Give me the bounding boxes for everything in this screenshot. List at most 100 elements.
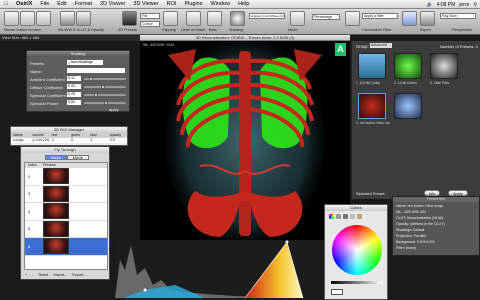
zoom-tool-button[interactable]	[20, 11, 35, 26]
preset-info-name: Name: red bones / blue lungs	[396, 204, 443, 208]
histogram-graph	[115, 240, 305, 299]
shading-button[interactable]	[230, 11, 245, 26]
3d-viewport[interactable]: WL: 400 WW: 1044 A	[140, 41, 350, 240]
sliders-icon[interactable]	[336, 214, 341, 219]
export-button-fly[interactable]: Export...	[72, 273, 86, 277]
clut-button[interactable]	[76, 11, 91, 26]
volume-icon[interactable]: 🔊	[426, 2, 432, 8]
shading-apply-button[interactable]: apply	[109, 107, 119, 112]
colors-panel: Colors	[324, 204, 388, 300]
brightness-slider[interactable]	[331, 281, 383, 284]
mode-button[interactable]	[290, 11, 305, 26]
specular-coef-field[interactable]: 0.25	[67, 92, 81, 97]
specular-power-field[interactable]: 5.00	[67, 100, 81, 105]
shading-panel: Shading Presets: _Java shadings Name: Am…	[26, 50, 130, 112]
mode-label: Mode	[288, 28, 298, 32]
percentage-field[interactable]: Percentage	[312, 14, 340, 20]
ambient-label: Ambient Coefficient:	[30, 77, 66, 82]
export-button[interactable]	[420, 11, 435, 26]
list-item[interactable]: 3	[25, 185, 107, 203]
curve-handle[interactable]	[143, 288, 147, 292]
reset-button[interactable]: Reset	[38, 273, 48, 277]
preset-label-3: 3. Little Piles	[430, 81, 450, 85]
export-label: Export	[420, 28, 431, 32]
colors-title: Colors	[325, 205, 387, 211]
import-button[interactable]: Import...	[53, 273, 67, 277]
tab-steps[interactable]: Steps	[45, 155, 67, 160]
color-wheel[interactable]	[332, 225, 382, 275]
menu-roi[interactable]: ROI	[163, 1, 181, 7]
group-label: Group:	[356, 44, 369, 49]
preset-thumb-2[interactable]	[394, 53, 422, 79]
orientation-button[interactable]	[402, 11, 417, 26]
ambient-slider[interactable]	[84, 77, 126, 81]
preset-count: Number of Presets: 4	[440, 44, 478, 49]
preset-thumb-1[interactable]	[358, 53, 386, 79]
clut-histogram-editor[interactable]	[115, 240, 305, 300]
color-wheel-icon[interactable]	[329, 214, 334, 219]
menu-2d-viewer[interactable]: 2D Viewer	[96, 1, 129, 7]
color-mode-toolbar	[329, 214, 362, 219]
spine	[239, 51, 251, 236]
level-of-detail-button[interactable]	[186, 11, 201, 26]
remove-step-button[interactable]: -	[32, 273, 33, 277]
3d-presets-button-2[interactable]	[345, 11, 360, 26]
preset-label-2: 2. 16-bit Green	[394, 81, 417, 85]
menu-osirix[interactable]: OsiriX	[12, 1, 36, 7]
table-row[interactable]: Lungs 4,244.226 0 0 1 0.5	[11, 138, 127, 143]
curve-handle[interactable]	[285, 240, 289, 244]
diffuse-field[interactable]: 0.43	[67, 84, 81, 89]
shading-presets-select[interactable]: _Java shadings	[67, 60, 103, 65]
menu-window[interactable]: Window	[207, 1, 235, 7]
image-palette-icon[interactable]	[350, 214, 355, 219]
add-step-button[interactable]: +	[25, 273, 27, 277]
volume-render	[165, 41, 325, 240]
shading-panel-title: Shading	[27, 51, 129, 57]
user-name[interactable]: jerre	[459, 2, 469, 8]
preset-thumb-3[interactable]	[430, 53, 458, 79]
spotlight-icon[interactable]: ⚲	[473, 2, 477, 8]
list-item[interactable]: 4	[25, 203, 107, 221]
tab-movie[interactable]: Movie	[66, 155, 89, 160]
list-item[interactable]: 5	[25, 220, 107, 238]
group-select[interactable]: Advanced	[370, 43, 392, 48]
fly-through-list: Index Preview 2 3 4 5 6	[24, 162, 108, 270]
opacity-curve-bones	[245, 242, 303, 298]
mode-select[interactable]: Ray-Sum	[440, 13, 476, 19]
fly-through-title: Fly Through	[21, 147, 109, 153]
list-item[interactable]: 2	[25, 168, 107, 186]
list-item-selected[interactable]: 6	[25, 238, 107, 256]
rotate-tool-button[interactable]	[36, 11, 51, 26]
shading-name-field[interactable]	[67, 68, 125, 73]
ambient-field[interactable]: 0.12	[67, 76, 81, 81]
preset-thumb-5[interactable]	[394, 93, 422, 119]
menu-plugins[interactable]: Plugins	[180, 1, 206, 7]
orientation-marker: A	[335, 43, 346, 56]
menu-help[interactable]: Help	[234, 1, 253, 7]
wlww-button[interactable]	[60, 11, 75, 26]
menu-file[interactable]: File	[36, 1, 53, 7]
diffuse-slider[interactable]	[84, 85, 126, 89]
specular-power-slider[interactable]	[84, 101, 126, 105]
preset-info-title: Preset Info	[393, 197, 479, 202]
convolution-select[interactable]: Apply a filter	[362, 13, 398, 19]
clock[interactable]: 4:08 PM	[437, 2, 456, 8]
mouse-function-button[interactable]	[4, 11, 19, 26]
menu-format[interactable]: Format	[71, 1, 96, 7]
3d-presets-button[interactable]	[122, 11, 137, 26]
3d-presets-label: 3D Presets	[118, 28, 137, 32]
crayons-icon[interactable]	[357, 214, 362, 219]
apple-icon[interactable]: 	[0, 1, 12, 7]
file-field[interactable]: File	[140, 13, 160, 19]
palette-icon[interactable]	[343, 214, 348, 219]
specular-coef-slider[interactable]	[84, 93, 126, 97]
mouse-function-label: Mouse button function	[4, 28, 42, 32]
best-button[interactable]	[207, 11, 222, 26]
menu-edit[interactable]: Edit	[53, 1, 70, 7]
clipping-button[interactable]	[163, 11, 178, 26]
preset-info-opacity: Opacity: (defined in the CLUT)	[396, 222, 445, 226]
preset-thumb-4[interactable]	[358, 93, 386, 119]
menu-3d-viewer[interactable]: 3D Viewer	[129, 1, 162, 7]
cursor-field[interactable]: Cursor	[140, 21, 160, 27]
color-swatch[interactable]	[331, 289, 343, 295]
